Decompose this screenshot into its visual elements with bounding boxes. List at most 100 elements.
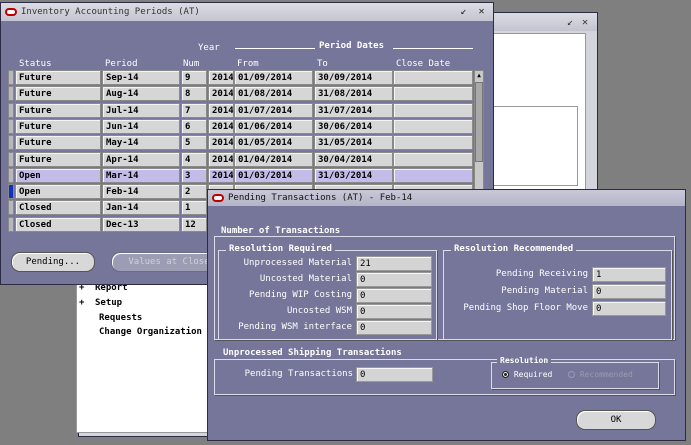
nav-item-setup[interactable]: + Setup xyxy=(79,298,122,308)
cell-from[interactable]: 01/04/2014 xyxy=(234,151,313,167)
cell-status[interactable]: Open xyxy=(15,184,101,200)
cell-status[interactable]: Future xyxy=(15,118,101,134)
required-field-value[interactable]: 0 xyxy=(356,288,432,303)
cell-close-date[interactable] xyxy=(393,118,473,134)
radio-recommended[interactable]: Recommended xyxy=(568,370,633,379)
pending-button[interactable]: Pending... xyxy=(11,252,95,272)
cell-status[interactable]: Future xyxy=(15,86,101,102)
cell-period[interactable]: Aug-14 xyxy=(102,86,180,102)
cell-close-date[interactable] xyxy=(393,86,473,102)
row-indicator[interactable] xyxy=(8,135,14,151)
cell-to[interactable]: 30/06/2014 xyxy=(314,118,393,134)
cell-num[interactable]: 2 xyxy=(181,184,207,200)
cell-to[interactable]: 30/09/2014 xyxy=(314,70,393,85)
pending-window-title: Pending Transactions (AT) - Feb-14 xyxy=(228,193,413,203)
row-indicator[interactable] xyxy=(8,184,14,200)
cell-from[interactable]: 01/03/2014 xyxy=(234,167,313,183)
cell-num[interactable]: 1 xyxy=(181,200,207,216)
cell-year[interactable]: 2014 xyxy=(208,86,234,102)
cell-to[interactable]: 31/05/2014 xyxy=(314,135,393,151)
cell-from[interactable]: 01/05/2014 xyxy=(234,135,313,151)
required-field-value[interactable]: 0 xyxy=(356,304,432,319)
cell-period[interactable]: Mar-14 xyxy=(102,167,180,183)
shipping-title: Unprocessed Shipping Transactions xyxy=(220,348,405,358)
cell-status[interactable]: Open xyxy=(15,167,101,183)
cell-status[interactable]: Future xyxy=(15,102,101,118)
recommended-field-value[interactable]: 0 xyxy=(592,284,666,299)
cell-close-date[interactable] xyxy=(393,167,473,183)
cell-to[interactable]: 31/03/2014 xyxy=(314,167,393,183)
row-indicator[interactable] xyxy=(8,200,14,216)
cell-status[interactable]: Future xyxy=(15,135,101,151)
cell-year[interactable]: 2014 xyxy=(208,151,234,167)
cell-from[interactable]: 01/08/2014 xyxy=(234,86,313,102)
cell-period[interactable]: Jun-14 xyxy=(102,118,180,134)
cell-num[interactable]: 5 xyxy=(181,135,207,151)
resolution-title: Resolution xyxy=(497,356,552,365)
cell-from[interactable]: 01/07/2014 xyxy=(234,102,313,118)
cell-to[interactable]: 31/07/2014 xyxy=(314,102,393,118)
close-icon[interactable]: ✕ xyxy=(476,6,487,17)
row-indicator[interactable] xyxy=(8,86,14,102)
shipping-pending-field[interactable]: 0 xyxy=(356,367,433,382)
cell-close-date[interactable] xyxy=(393,135,473,151)
cell-num[interactable]: 9 xyxy=(181,70,207,85)
minimize-icon[interactable]: ↙ xyxy=(458,6,469,17)
cell-year[interactable]: 2014 xyxy=(208,70,234,85)
radio-unselected-icon xyxy=(568,371,575,378)
periods-window-title: Inventory Accounting Periods (AT) xyxy=(21,7,200,17)
vertical-scrollbar[interactable]: ▲ xyxy=(474,70,484,192)
cell-num[interactable]: 6 xyxy=(181,118,207,134)
cell-status[interactable]: Future xyxy=(15,151,101,167)
recommended-field-value[interactable]: 1 xyxy=(592,267,666,282)
radio-required[interactable]: Required xyxy=(502,370,552,379)
cell-status[interactable]: Future xyxy=(15,70,101,85)
close-icon[interactable]: ✕ xyxy=(582,17,593,28)
row-indicator[interactable] xyxy=(8,118,14,134)
cell-from[interactable]: 01/06/2014 xyxy=(234,118,313,134)
required-field-label: Uncosted WSM xyxy=(286,306,352,316)
cell-to[interactable]: 31/08/2014 xyxy=(314,86,393,102)
cell-period[interactable]: Jul-14 xyxy=(102,102,180,118)
row-indicator[interactable] xyxy=(8,216,14,232)
cell-to[interactable]: 30/04/2014 xyxy=(314,151,393,167)
recommended-field-label: Pending Material xyxy=(501,286,588,296)
cell-status[interactable]: Closed xyxy=(15,200,101,216)
scroll-thumb[interactable] xyxy=(475,82,483,162)
row-indicator[interactable] xyxy=(8,151,14,167)
cell-num[interactable]: 3 xyxy=(181,167,207,183)
cell-num[interactable]: 7 xyxy=(181,102,207,118)
cell-year[interactable]: 2014 xyxy=(208,167,234,183)
recommended-field-value[interactable]: 0 xyxy=(592,301,666,316)
cell-close-date[interactable] xyxy=(393,151,473,167)
cell-year[interactable]: 2014 xyxy=(208,118,234,134)
ok-button[interactable]: OK xyxy=(576,410,656,430)
nav-item-change-organization[interactable]: Change Organization xyxy=(99,327,202,337)
header-year: Year xyxy=(198,43,220,53)
row-indicator[interactable] xyxy=(8,167,14,183)
cell-close-date[interactable] xyxy=(393,70,473,85)
cell-year[interactable]: 2014 xyxy=(208,102,234,118)
required-field-value[interactable]: 21 xyxy=(356,256,432,271)
row-indicator[interactable] xyxy=(8,102,14,118)
cell-period[interactable]: Dec-13 xyxy=(102,216,180,232)
cell-num[interactable]: 8 xyxy=(181,86,207,102)
required-field-value[interactable]: 0 xyxy=(356,320,432,335)
row-indicator[interactable] xyxy=(8,70,14,85)
scroll-up-icon[interactable]: ▲ xyxy=(475,71,483,80)
cell-status[interactable]: Closed xyxy=(15,216,101,232)
cell-year[interactable]: 2014 xyxy=(208,135,234,151)
required-field-value[interactable]: 0 xyxy=(356,272,432,287)
cell-from[interactable]: 01/09/2014 xyxy=(234,70,313,85)
cell-num[interactable]: 4 xyxy=(181,151,207,167)
cell-period[interactable]: May-14 xyxy=(102,135,180,151)
minimize-icon[interactable]: ↙ xyxy=(567,17,578,28)
cell-close-date[interactable] xyxy=(393,102,473,118)
cell-period[interactable]: Apr-14 xyxy=(102,151,180,167)
cell-period[interactable]: Jan-14 xyxy=(102,200,180,216)
cell-period[interactable]: Sep-14 xyxy=(102,70,180,85)
cell-period[interactable]: Feb-14 xyxy=(102,184,180,200)
nav-item-requests[interactable]: Requests xyxy=(99,313,142,323)
header-period: Period xyxy=(105,59,138,69)
cell-num[interactable]: 12 xyxy=(181,216,207,232)
